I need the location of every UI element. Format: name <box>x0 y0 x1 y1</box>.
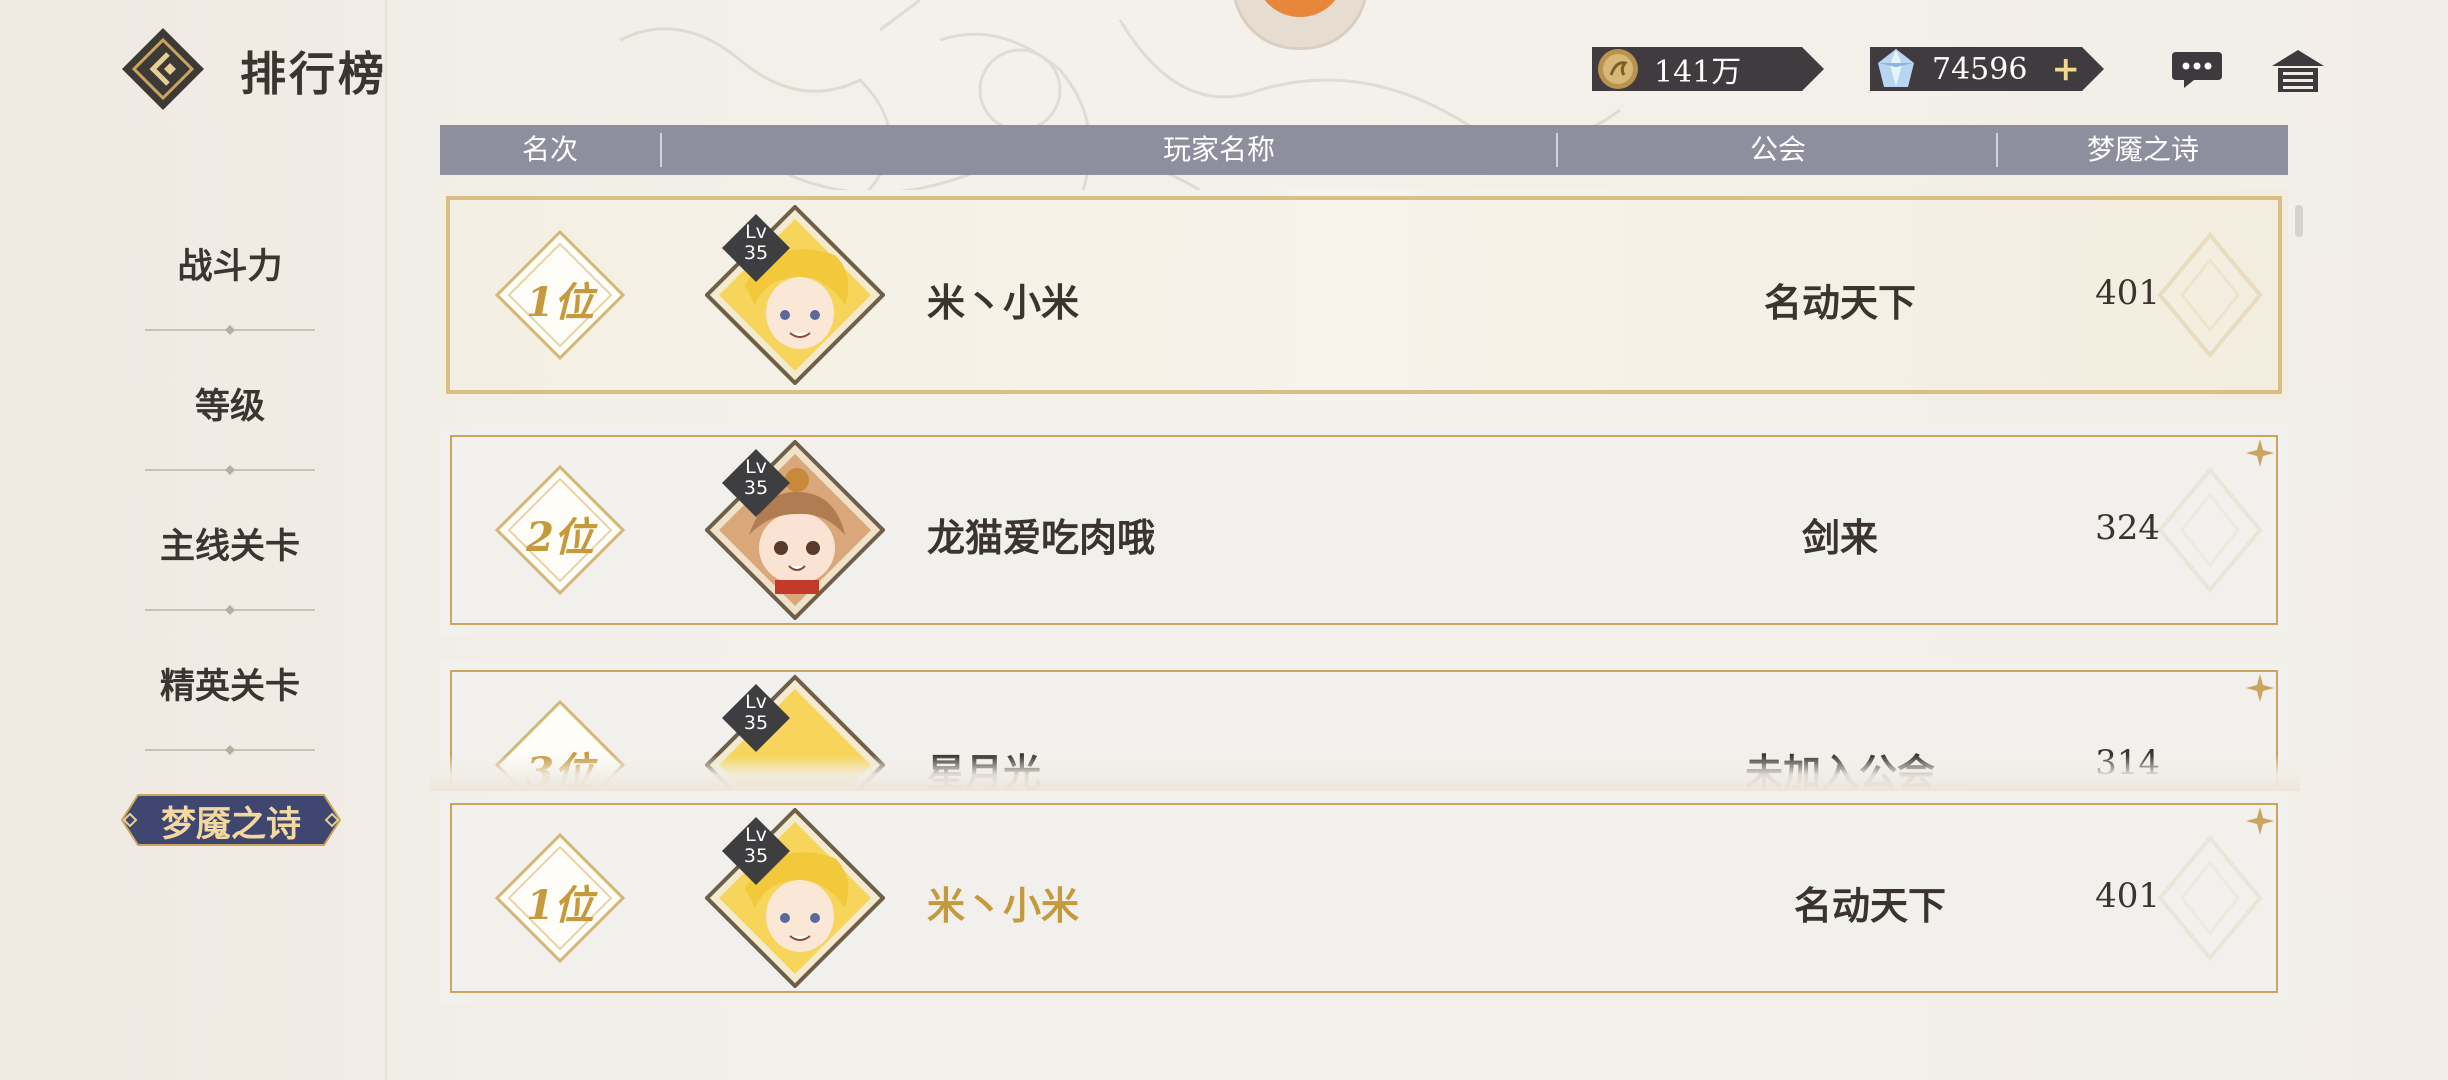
top-avatar[interactable] <box>1232 0 1368 50</box>
level-value: 35 <box>743 712 769 734</box>
back-icon <box>122 28 204 110</box>
add-gems-button[interactable]: + <box>2052 51 2081 87</box>
score-value: 324 <box>2095 508 2160 548</box>
level-value: 35 <box>743 242 769 264</box>
home-button[interactable] <box>2270 48 2326 94</box>
column-guild: 公会 <box>1749 133 1806 166</box>
guild-name: 剑来 <box>1801 515 1878 560</box>
level-label: Lv <box>745 456 767 478</box>
gem-amount: 74596 <box>1932 51 2028 87</box>
nav-divider <box>145 745 315 755</box>
sidebar-item-nightmare-poem[interactable]: 梦魇之诗 <box>120 796 342 847</box>
sparkle-icon <box>2246 674 2274 702</box>
level-text: Lv 35 <box>720 457 792 499</box>
sidebar-item-power[interactable]: 战斗力 <box>110 238 350 289</box>
page-title: 排行榜 <box>240 47 387 101</box>
gold-coin-icon <box>1596 47 1640 91</box>
level-label: Lv <box>745 221 767 243</box>
rank-label: 1位 <box>526 882 594 929</box>
nav-divider <box>145 325 315 335</box>
level-text: Lv 35 <box>720 222 792 264</box>
level-label: Lv <box>745 691 767 713</box>
list-fade-overlay <box>430 755 2300 791</box>
my-rank-row[interactable]: 1位 Lv 35 米丶小米 名动天下 401 <box>440 793 2288 1003</box>
nav-divider <box>145 465 315 475</box>
rank-label: 1位 <box>526 279 594 326</box>
my-player-name: 米丶小米 <box>927 883 1080 928</box>
guild-name: 名动天下 <box>1793 883 1946 928</box>
nav-divider <box>145 605 315 615</box>
column-score: 梦魇之诗 <box>2086 133 2199 166</box>
table-header: 名次 玩家名称 公会 梦魇之诗 <box>440 125 2288 175</box>
guild-name: 名动天下 <box>1763 280 1916 325</box>
sidebar-item-main-stage[interactable]: 主线关卡 <box>110 518 350 569</box>
row-decoration <box>2157 466 2263 594</box>
sidebar-item-elite-stage[interactable]: 精英关卡 <box>110 658 350 709</box>
rank-label: 2位 <box>526 514 594 561</box>
list-scrollbar[interactable] <box>2295 205 2303 237</box>
leaderboard-row[interactable]: 1位 Lv 35 米丶小米 名动天下 401 <box>440 190 2288 400</box>
level-label: Lv <box>745 824 767 846</box>
column-rank: 名次 <box>521 133 578 166</box>
back-button[interactable] <box>120 26 206 112</box>
sidebar-item-level[interactable]: 等级 <box>110 378 350 429</box>
score-value: 401 <box>2095 273 2160 313</box>
gold-currency: 141万 <box>1592 47 1824 91</box>
level-value: 35 <box>743 477 769 499</box>
level-value: 35 <box>743 845 769 867</box>
leaderboard-row[interactable]: 2位 Lv 35 龙猫爱吃肉哦 剑来 324 <box>440 425 2288 635</box>
gem-icon <box>1874 47 1918 91</box>
score-value: 401 <box>2095 876 2160 916</box>
avatar-face <box>1257 0 1343 17</box>
gem-currency: 74596 + <box>1870 47 2104 91</box>
chat-icon <box>2172 52 2222 88</box>
home-icon <box>2272 50 2324 92</box>
level-text: Lv 35 <box>720 692 792 734</box>
player-name: 米丶小米 <box>927 280 1080 325</box>
gold-amount: 141万 <box>1654 55 1742 90</box>
row-decoration <box>2157 231 2263 359</box>
player-name: 龙猫爱吃肉哦 <box>927 515 1156 560</box>
row-decoration <box>2157 834 2263 962</box>
level-text: Lv 35 <box>720 825 792 867</box>
chat-button[interactable] <box>2170 48 2224 92</box>
